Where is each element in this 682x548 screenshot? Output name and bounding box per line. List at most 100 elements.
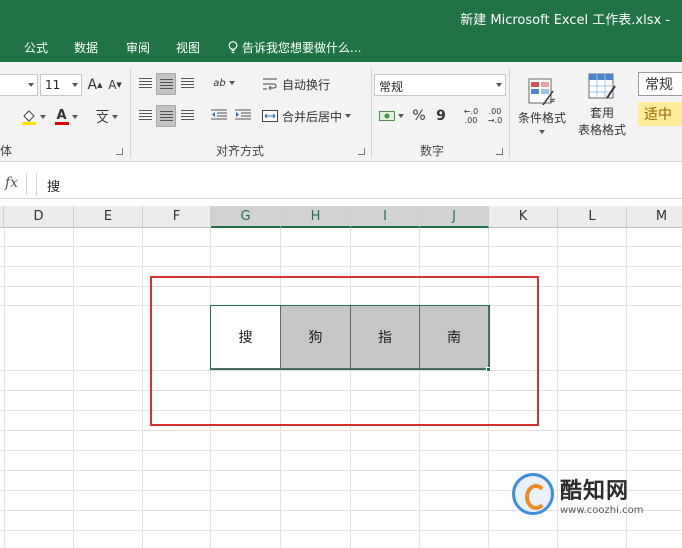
gridline: [280, 228, 281, 548]
cell-h[interactable]: 狗: [281, 306, 351, 369]
alignment-group-label: 对齐方式: [216, 144, 265, 158]
format-as-table-button[interactable]: 套用 表格格式: [572, 68, 632, 142]
conditional-formatting-label: 条件格式: [517, 110, 566, 125]
orientation-button[interactable]: ab: [208, 73, 240, 93]
cell-g[interactable]: 搜: [211, 306, 281, 369]
gridline: [0, 390, 682, 391]
number-group-label: 数字: [420, 144, 445, 158]
gridline: [419, 228, 420, 548]
format-as-table-icon: [588, 73, 616, 99]
gridline: [0, 266, 682, 267]
cell-style-normal[interactable]: 常规: [638, 72, 682, 96]
shrink-font-glyph: A: [108, 78, 117, 92]
column-header-j[interactable]: J: [420, 206, 489, 228]
decrease-decimal-button[interactable]: .00 →.0: [484, 104, 506, 128]
gridline: [210, 228, 211, 548]
font-group-label: 体: [0, 144, 13, 158]
increase-indent-icon: [235, 109, 251, 120]
number-format-value: 常规: [379, 80, 404, 94]
alignment-group-launcher[interactable]: [358, 148, 365, 155]
align-top-button[interactable]: [136, 73, 154, 93]
decrease-indent-icon: [211, 109, 227, 120]
accounting-format-button[interactable]: [376, 106, 406, 126]
increase-decimal-glyph: ←.0 .00: [463, 107, 479, 125]
font-group-launcher[interactable]: [116, 148, 123, 155]
align-left-button[interactable]: [136, 105, 154, 125]
gridline: [0, 410, 682, 411]
watermark: 酷知网 www.coozhi.com: [512, 466, 670, 522]
column-header-g[interactable]: G: [211, 206, 281, 228]
shrink-font-button[interactable]: A ▼: [106, 75, 124, 95]
tab-review[interactable]: 审阅: [126, 39, 150, 56]
decrease-indent-button[interactable]: [208, 105, 230, 125]
merge-center-button[interactable]: 合并后居中: [262, 106, 366, 126]
percent-glyph: %: [412, 108, 426, 124]
ribbon-separator: [509, 68, 510, 158]
column-header-f[interactable]: F: [143, 206, 211, 228]
font-color-glyph: A: [56, 108, 67, 123]
insert-function-button[interactable]: fx: [5, 175, 18, 191]
conditional-formatting-icon: ≠: [528, 78, 556, 105]
increase-decimal-button[interactable]: ←.0 .00: [460, 104, 482, 128]
font-name-combo[interactable]: [0, 74, 38, 96]
merge-center-icon: [262, 110, 278, 122]
tab-formulas[interactable]: 公式: [24, 39, 48, 56]
watermark-url: www.coozhi.com: [560, 504, 644, 516]
fill-color-button[interactable]: [18, 106, 48, 128]
cell-style-normal-label: 常规: [645, 77, 673, 93]
tell-me-search[interactable]: 告诉我您想要做什么...: [228, 39, 361, 56]
gridline: [0, 430, 682, 431]
align-bottom-icon: [180, 77, 194, 89]
align-middle-button[interactable]: [156, 73, 176, 95]
svg-text:≠: ≠: [549, 96, 556, 105]
tab-view[interactable]: 视图: [176, 39, 200, 56]
font-size-value: 11: [45, 78, 61, 92]
align-right-button[interactable]: [178, 105, 196, 125]
font-color-button[interactable]: A: [52, 106, 80, 128]
align-middle-icon: [159, 78, 173, 90]
title-bar: 新建 Microsoft Excel 工作表.xlsx -: [0, 0, 682, 34]
number-format-combo[interactable]: 常规: [374, 74, 506, 96]
column-header-k[interactable]: K: [489, 206, 558, 228]
gridline: [4, 228, 5, 548]
comma-glyph: 9: [436, 108, 446, 124]
gridline: [350, 228, 351, 548]
cell-j[interactable]: 南: [420, 306, 489, 369]
column-header-m[interactable]: M: [627, 206, 682, 228]
conditional-formatting-button[interactable]: ≠ 条件格式: [514, 68, 570, 142]
cell-i[interactable]: 指: [351, 306, 420, 369]
number-group-launcher[interactable]: [496, 148, 503, 155]
ribbon: 11 A ▲ A ▼ A 文 体 ab 自动换行 合并后居中 对齐方式 常规 %…: [0, 62, 682, 162]
align-bottom-button[interactable]: [178, 73, 196, 93]
lightbulb-icon: [228, 41, 238, 54]
comma-style-button[interactable]: 9: [432, 106, 450, 126]
font-size-combo[interactable]: 11: [40, 74, 82, 96]
gridline: [142, 228, 143, 548]
wrap-text-button[interactable]: 自动换行: [262, 74, 342, 94]
formula-bar: fx 搜: [0, 170, 682, 199]
gridline: [0, 450, 682, 451]
percent-style-button[interactable]: %: [410, 106, 428, 126]
paint-bucket-icon: [21, 110, 36, 125]
cell-style-neutral[interactable]: 适中: [638, 102, 682, 126]
column-header-e[interactable]: E: [74, 206, 143, 228]
column-header-l[interactable]: L: [558, 206, 627, 228]
formula-input[interactable]: 搜: [36, 173, 676, 196]
grow-font-button[interactable]: A ▲: [86, 75, 104, 95]
column-header-i[interactable]: I: [351, 206, 420, 228]
phonetic-guide-button[interactable]: 文: [92, 106, 122, 128]
column-header-d[interactable]: D: [4, 206, 74, 228]
gridline: [0, 246, 682, 247]
column-header-h[interactable]: H: [281, 206, 351, 228]
increase-indent-button[interactable]: [232, 105, 254, 125]
phonetic-glyph: 文: [96, 110, 109, 125]
align-center-button[interactable]: [156, 105, 176, 127]
format-as-table-label-1: 套用: [589, 106, 614, 120]
formula-bar-separator: [26, 173, 27, 195]
gridline: [488, 228, 489, 548]
currency-icon: [378, 111, 395, 121]
tab-data[interactable]: 数据: [74, 39, 98, 56]
tell-me-text: 告诉我您想要做什么...: [242, 41, 362, 55]
orientation-glyph: ab: [213, 77, 226, 89]
fill-handle[interactable]: [486, 367, 491, 372]
